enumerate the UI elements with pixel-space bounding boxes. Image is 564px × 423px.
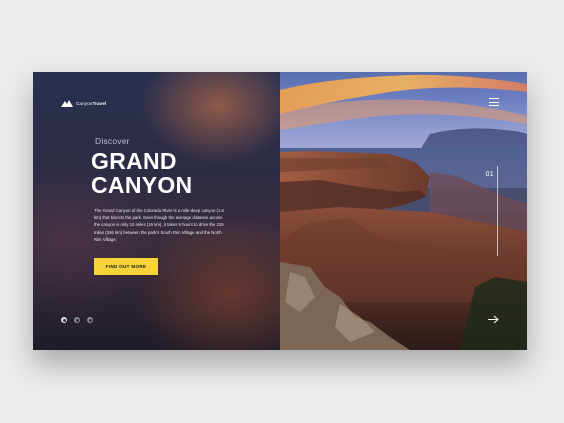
pinterest-icon[interactable] — [87, 317, 93, 323]
twitter-icon[interactable] — [74, 317, 80, 323]
hero-description: The Grand Canyon of the Colorado River i… — [94, 208, 224, 242]
instagram-icon[interactable] — [61, 317, 67, 323]
slide-progress-line — [497, 166, 498, 256]
mountain-logo-icon — [61, 100, 73, 107]
arrow-right-icon[interactable] — [488, 315, 499, 324]
find-out-more-button[interactable]: FIND OUT MORE — [94, 258, 158, 275]
social-links — [61, 317, 93, 323]
hero-title: GRAND CANYON — [91, 149, 192, 197]
brand-name: CanyonTravel — [76, 100, 107, 106]
hero-title-line2: CANYON — [91, 172, 193, 198]
hero-text-panel: CanyonTravel Discover GRAND CANYON The G… — [33, 72, 280, 350]
hamburger-menu-icon[interactable] — [489, 98, 499, 106]
hero-title-line1: GRAND — [91, 148, 177, 174]
hero-card: CanyonTravel Discover GRAND CANYON The G… — [33, 72, 527, 350]
hero-eyebrow: Discover — [95, 136, 130, 146]
brand[interactable]: CanyonTravel — [61, 99, 106, 107]
canyon-photo — [280, 72, 527, 350]
canyon-photo-panel: 01 — [280, 72, 527, 350]
slide-number: 01 — [485, 171, 494, 178]
